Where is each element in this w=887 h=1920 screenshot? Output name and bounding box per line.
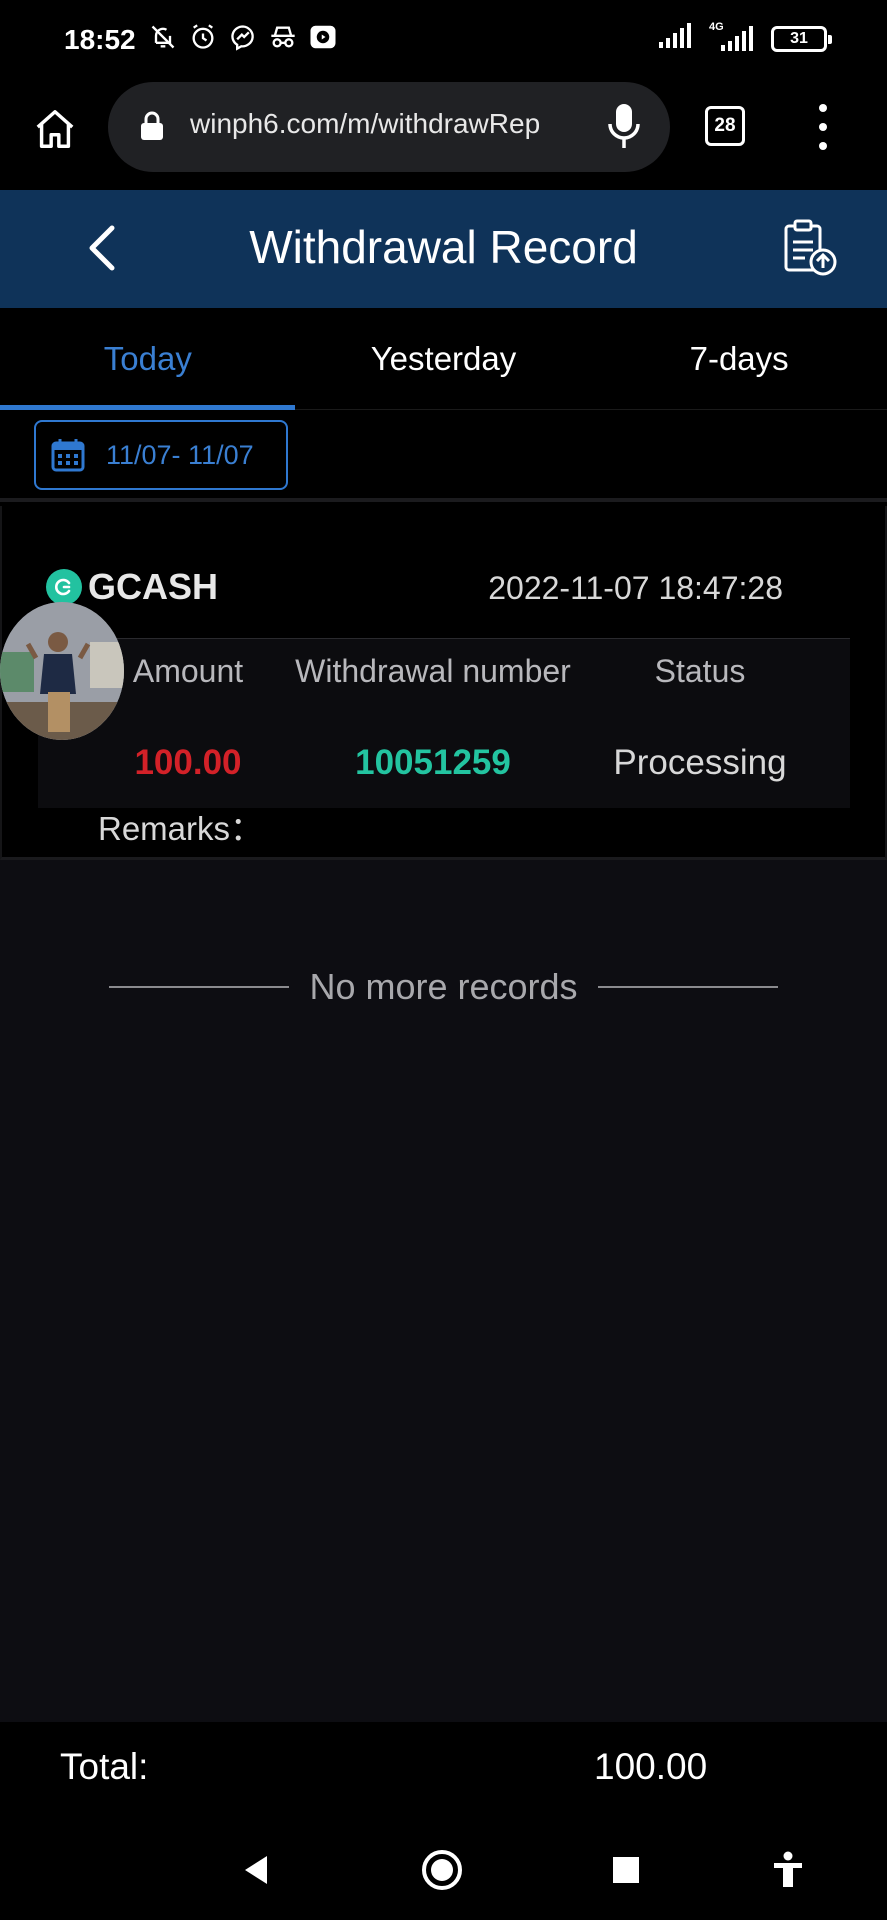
notification-icons: [148, 22, 338, 52]
accessibility-icon[interactable]: [766, 1848, 810, 1892]
signal-icon: [657, 22, 693, 55]
date-range-picker[interactable]: 11/07- 11/07: [34, 420, 288, 490]
gcash-logo-icon: [46, 569, 82, 605]
remarks-label: Remarks：: [98, 810, 264, 847]
divider-left: [109, 986, 290, 988]
divider-right: [597, 986, 778, 988]
record-datetime: 2022-11-07 18:47:28: [488, 570, 783, 606]
recents-square-icon[interactable]: [604, 1848, 648, 1892]
back-triangle-icon[interactable]: [234, 1848, 278, 1892]
bell-off-icon: [148, 22, 178, 52]
home-circle-icon[interactable]: [420, 1848, 464, 1892]
calendar-icon: [50, 437, 86, 473]
url-text: winph6.com/m/withdrawRep: [190, 108, 541, 139]
withdrawal-record-card[interactable]: GCASH 2022-11-07 18:47:28 Amount 100.00 …: [0, 506, 887, 860]
back-arrow-icon[interactable]: [76, 220, 132, 276]
messenger-icon: [228, 22, 258, 52]
page-title: Withdrawal Record: [249, 221, 638, 273]
period-tabs: Today Yesterday 7-days: [0, 308, 887, 410]
total-bar: Total: 100.00: [0, 1722, 887, 1818]
status-value: Processing: [613, 743, 787, 782]
tab-switcher-button[interactable]: 28: [705, 106, 745, 146]
date-filter-area: 11/07- 11/07: [0, 410, 887, 502]
end-of-list: No more records: [0, 962, 887, 1012]
microphone-icon[interactable]: [604, 102, 644, 152]
signal-4g-icon: 4G: [707, 21, 757, 53]
total-value: 100.00: [594, 1746, 708, 1787]
payment-method-name: GCASH: [88, 566, 219, 607]
date-range-text: 11/07- 11/07: [106, 439, 254, 470]
battery-icon: 31: [771, 25, 832, 52]
system-navigation-bar: [0, 1818, 887, 1920]
incognito-icon: [268, 22, 298, 52]
app-header: Withdrawal Record: [0, 190, 887, 308]
more-menu-icon[interactable]: [808, 104, 838, 150]
status-bar: 18:52 4G 31: [0, 0, 887, 82]
video-app-icon: [308, 22, 338, 52]
record-details-table: Amount 100.00 Withdrawal number 10051259…: [38, 638, 850, 808]
home-button[interactable]: [28, 102, 82, 156]
lock-icon: [138, 110, 166, 142]
system-icons: 4G 31: [657, 21, 832, 55]
alarm-icon: [188, 22, 218, 52]
tab-7-days[interactable]: 7-days: [591, 308, 887, 410]
payment-method: GCASH: [46, 566, 218, 608]
total-label: Total:: [60, 1746, 149, 1787]
tab-today[interactable]: Today: [0, 308, 296, 410]
address-bar[interactable]: winph6.com/m/withdrawRep: [108, 82, 670, 172]
tab-yesterday[interactable]: Yesterday: [296, 308, 592, 410]
floating-avatar[interactable]: [0, 602, 124, 740]
no-more-records-text: No more records: [309, 966, 578, 1007]
browser-toolbar: winph6.com/m/withdrawRep 28: [0, 82, 887, 190]
status-time: 18:52: [64, 24, 136, 55]
clipboard-upload-icon[interactable]: [781, 218, 839, 278]
status-header: Status: [654, 653, 746, 689]
